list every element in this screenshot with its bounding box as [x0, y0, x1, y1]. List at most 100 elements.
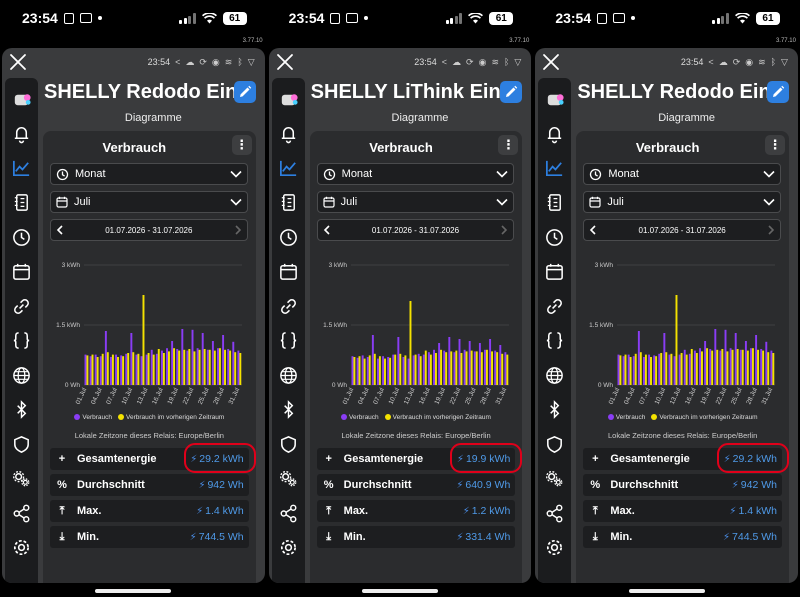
share-small-icon[interactable]: <: [175, 57, 180, 67]
bar-current[interactable]: [478, 343, 481, 385]
bar-previous[interactable]: [716, 349, 719, 385]
share-small-icon[interactable]: <: [708, 57, 713, 67]
bar-current[interactable]: [468, 341, 471, 385]
edit-button[interactable]: [766, 81, 789, 103]
bar-current[interactable]: [237, 350, 240, 385]
bar-previous[interactable]: [173, 348, 176, 385]
sidebar-item-settings[interactable]: [5, 531, 38, 566]
bar-previous[interactable]: [640, 352, 643, 385]
bar-previous[interactable]: [629, 357, 632, 385]
bar-previous[interactable]: [726, 351, 729, 385]
bar-current[interactable]: [166, 348, 168, 385]
bar-previous[interactable]: [111, 354, 114, 385]
month-select[interactable]: Juli: [583, 191, 781, 213]
bar-previous[interactable]: [122, 356, 125, 385]
bar-previous[interactable]: [696, 353, 699, 385]
bar-current[interactable]: [699, 348, 702, 385]
sidebar-item-gears[interactable]: [538, 462, 571, 497]
bar-previous[interactable]: [624, 354, 627, 385]
bar-current[interactable]: [432, 349, 435, 385]
bar-previous[interactable]: [218, 348, 221, 385]
bar-current[interactable]: [437, 343, 440, 385]
bar-previous[interactable]: [229, 350, 232, 385]
bar-previous[interactable]: [86, 355, 89, 385]
bar-previous[interactable]: [506, 354, 508, 385]
bar-current[interactable]: [735, 333, 737, 385]
bar-previous[interactable]: [157, 349, 160, 385]
bar-previous[interactable]: [358, 356, 361, 385]
bar-previous[interactable]: [208, 349, 211, 385]
bar-previous[interactable]: [619, 355, 622, 385]
bar-current[interactable]: [222, 335, 225, 385]
sidebar-item-shield[interactable]: [5, 427, 38, 462]
sidebar-item-device[interactable]: [5, 82, 38, 117]
bar-current[interactable]: [729, 348, 732, 385]
bar-current[interactable]: [689, 353, 692, 385]
bar-current[interactable]: [493, 350, 496, 385]
sidebar-item-globe[interactable]: [538, 358, 571, 393]
sidebar-item-braces[interactable]: [272, 324, 305, 359]
bar-current[interactable]: [658, 353, 661, 385]
sidebar-item-settings[interactable]: [538, 531, 571, 566]
bar-current[interactable]: [709, 349, 712, 385]
sidebar-item-bluetooth[interactable]: [272, 393, 305, 428]
bar-previous[interactable]: [106, 352, 109, 385]
more-options-button[interactable]: ⋮: [231, 135, 252, 155]
bar-current[interactable]: [638, 331, 641, 385]
bar-previous[interactable]: [490, 351, 493, 385]
home-indicator[interactable]: [628, 589, 705, 593]
bar-current[interactable]: [356, 357, 359, 385]
bar-previous[interactable]: [127, 353, 130, 385]
bar-current[interactable]: [765, 341, 768, 385]
bar-previous[interactable]: [691, 349, 694, 385]
bar-current[interactable]: [750, 348, 753, 385]
bar-previous[interactable]: [424, 350, 427, 385]
bar-current[interactable]: [407, 358, 410, 385]
bar-current[interactable]: [622, 356, 625, 385]
bar-current[interactable]: [120, 355, 123, 385]
bar-current[interactable]: [673, 356, 676, 385]
bar-current[interactable]: [422, 354, 425, 385]
month-select[interactable]: Juli: [50, 191, 248, 213]
bar-previous[interactable]: [650, 357, 653, 385]
bar-previous[interactable]: [414, 354, 417, 385]
bar-current[interactable]: [84, 354, 87, 385]
bar-current[interactable]: [684, 349, 687, 385]
bar-current[interactable]: [412, 355, 415, 385]
bar-current[interactable]: [186, 350, 189, 385]
bar-current[interactable]: [760, 349, 763, 385]
close-icon[interactable]: [7, 51, 29, 73]
bar-current[interactable]: [115, 354, 118, 385]
bar-current[interactable]: [104, 331, 107, 385]
bar-previous[interactable]: [475, 351, 478, 385]
bar-current[interactable]: [770, 350, 773, 385]
bar-current[interactable]: [668, 354, 671, 385]
chevron-right-icon[interactable]: [500, 225, 508, 235]
bar-current[interactable]: [371, 335, 374, 385]
chevron-right-icon[interactable]: [234, 225, 242, 235]
bar-current[interactable]: [94, 354, 97, 385]
bar-current[interactable]: [206, 349, 209, 385]
bar-previous[interactable]: [670, 353, 673, 385]
legend-item-previous[interactable]: Verbrauch im vorherigen Zeitraum: [651, 414, 758, 421]
bar-current[interactable]: [402, 357, 405, 385]
sidebar-item-clock[interactable]: [272, 220, 305, 255]
bar-previous[interactable]: [655, 356, 658, 385]
bar-previous[interactable]: [224, 349, 226, 385]
bar-current[interactable]: [351, 356, 354, 385]
sidebar-item-calendar[interactable]: [5, 255, 38, 290]
bar-previous[interactable]: [193, 351, 196, 385]
bar-current[interactable]: [724, 329, 727, 385]
legend-item-previous[interactable]: Verbrauch im vorherigen Zeitraum: [384, 414, 491, 421]
bar-previous[interactable]: [635, 353, 637, 385]
bar-previous[interactable]: [772, 353, 775, 385]
sidebar-item-chart[interactable]: [272, 151, 305, 186]
bar-current[interactable]: [488, 339, 491, 385]
bar-current[interactable]: [694, 350, 697, 385]
bar-current[interactable]: [125, 353, 128, 385]
bar-current[interactable]: [89, 356, 92, 385]
close-icon[interactable]: [540, 51, 562, 73]
bar-previous[interactable]: [183, 349, 186, 385]
bar-previous[interactable]: [500, 353, 503, 385]
bar-previous[interactable]: [721, 349, 724, 385]
